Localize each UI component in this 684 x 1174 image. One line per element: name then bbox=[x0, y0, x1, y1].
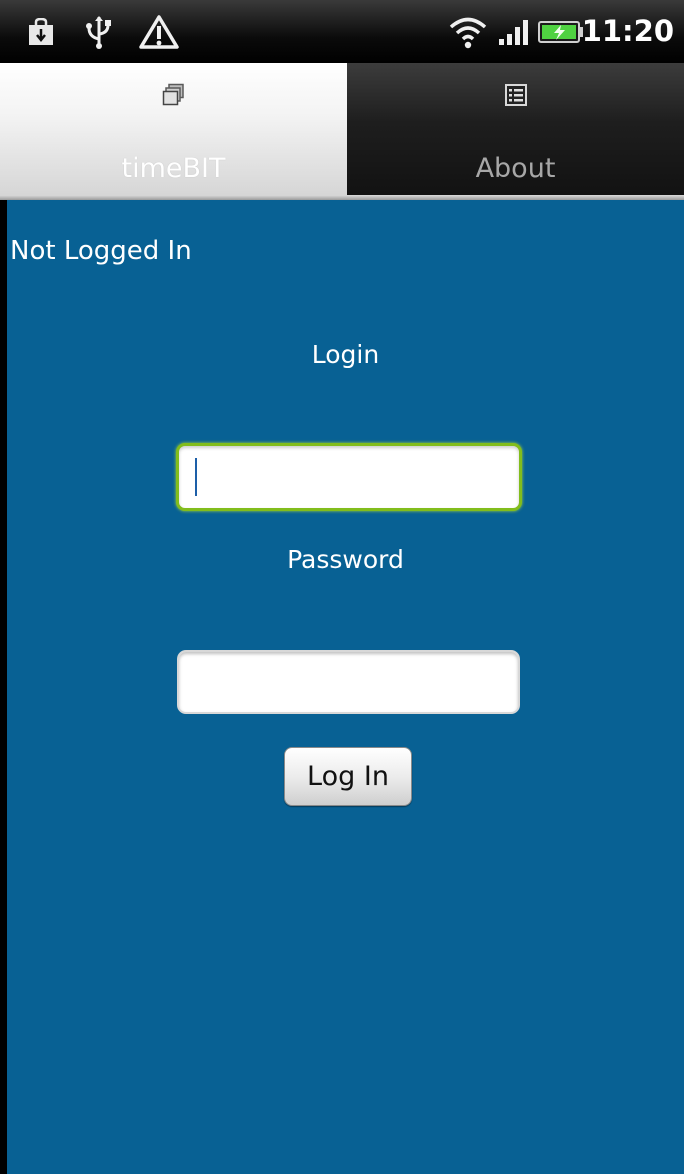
login-label: Login bbox=[311, 340, 380, 369]
app-screen: 11:20 timeBIT About Not Logged In Login … bbox=[0, 0, 684, 1174]
download-icon bbox=[26, 0, 56, 63]
text-caret bbox=[195, 458, 197, 496]
password-label: Password bbox=[287, 545, 404, 574]
password-input[interactable] bbox=[177, 650, 520, 714]
usb-icon bbox=[84, 0, 114, 63]
tab-label: timeBIT bbox=[121, 153, 226, 184]
login-input[interactable] bbox=[176, 443, 522, 511]
tab-timebit[interactable]: timeBIT bbox=[0, 63, 347, 195]
status-bar: 11:20 bbox=[0, 0, 684, 63]
battery-charging-icon bbox=[538, 0, 584, 63]
login-panel: Not Logged In Login Password Log In bbox=[7, 200, 684, 1174]
tab-label: About bbox=[475, 153, 556, 184]
warning-icon bbox=[138, 0, 180, 63]
windows-icon bbox=[162, 83, 186, 107]
tab-bar: timeBIT About bbox=[0, 63, 684, 195]
signal-icon bbox=[497, 0, 531, 63]
list-icon bbox=[504, 83, 528, 107]
log-in-button[interactable]: Log In bbox=[284, 747, 412, 806]
tab-about[interactable]: About bbox=[347, 63, 684, 195]
clock: 11:20 bbox=[581, 14, 674, 48]
login-status-text: Not Logged In bbox=[10, 236, 192, 266]
wifi-icon bbox=[447, 0, 489, 63]
